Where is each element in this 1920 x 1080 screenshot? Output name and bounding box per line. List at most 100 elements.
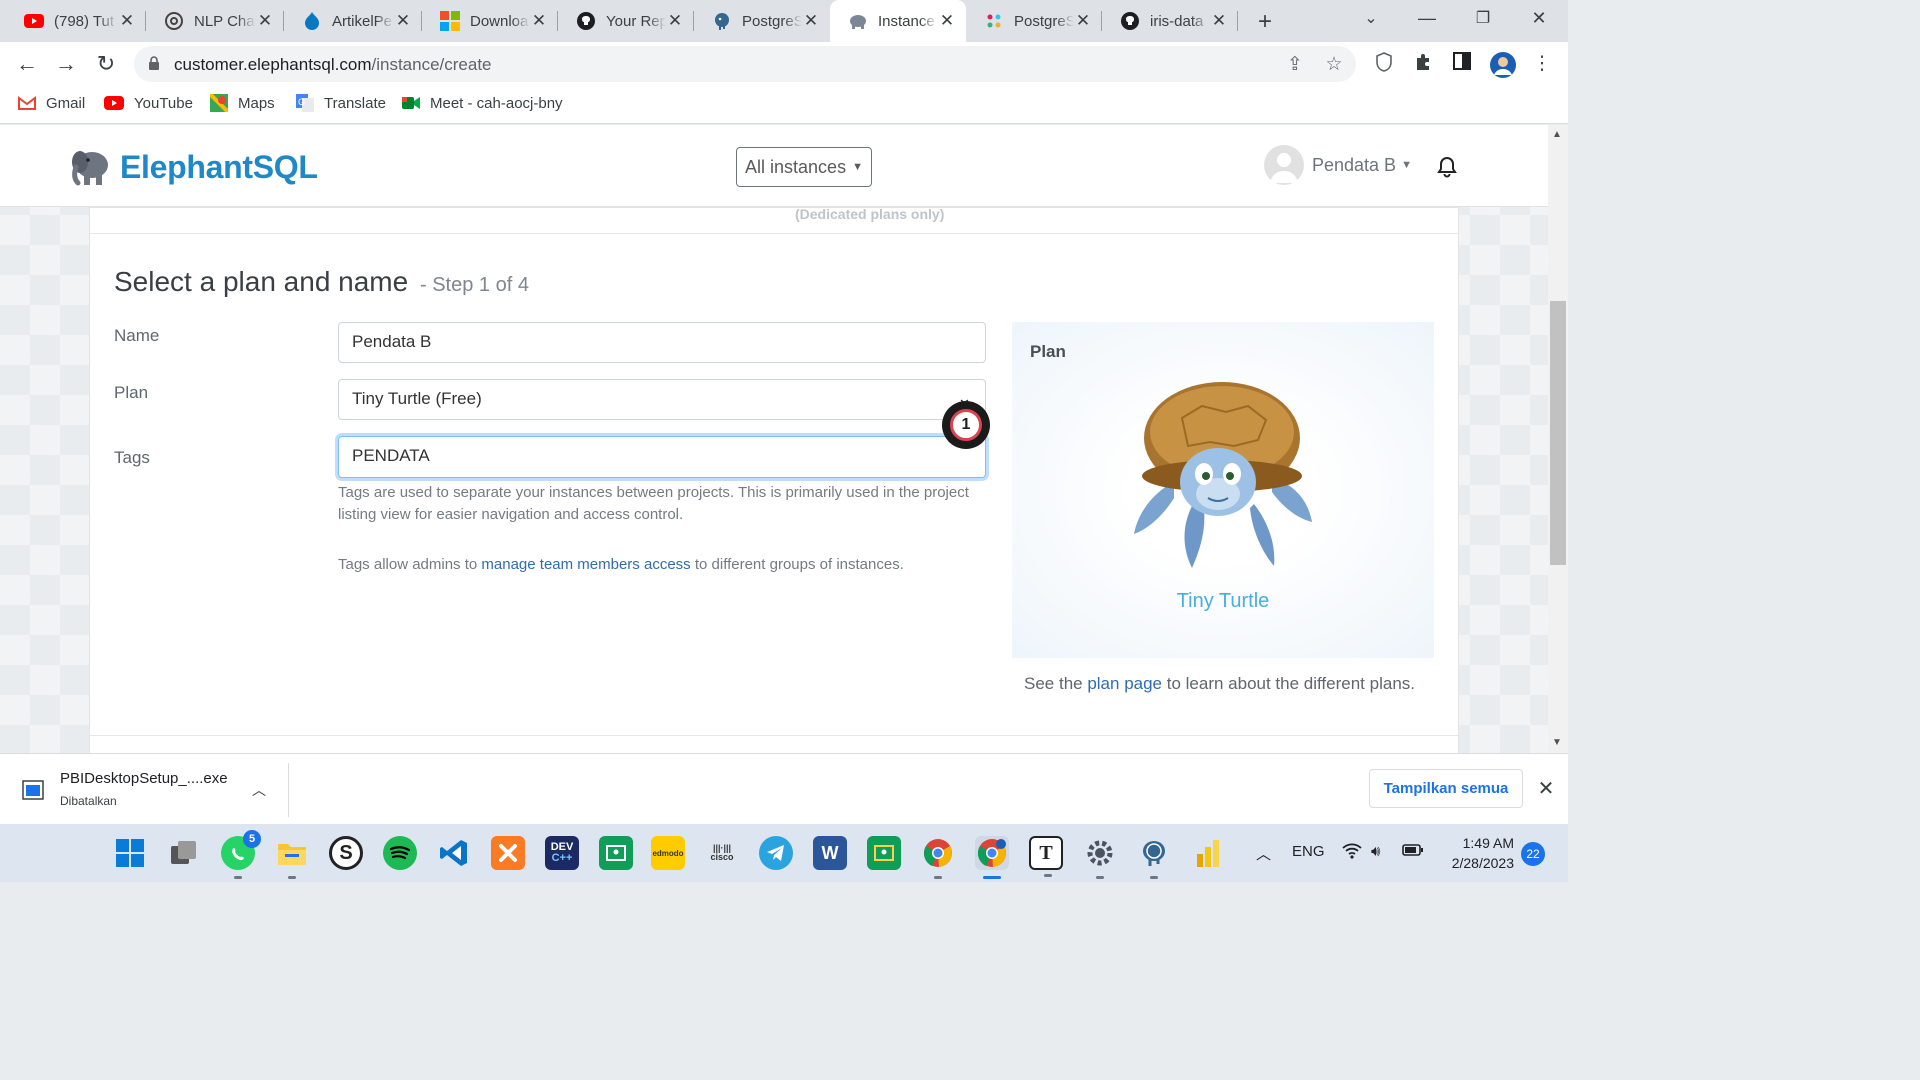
form-title: Select a plan and name [114, 266, 409, 297]
google-classroom-icon[interactable] [599, 836, 633, 870]
edmodo-icon[interactable]: edmodo [651, 836, 685, 870]
chrome-profile-icon[interactable] [975, 836, 1009, 879]
close-tab-icon[interactable]: ✕ [1074, 11, 1092, 31]
close-window-icon[interactable]: ✕ [1524, 8, 1554, 29]
name-label: Name [114, 326, 160, 345]
tab-search-icon[interactable]: ⌄ [1356, 8, 1386, 28]
close-tab-icon[interactable]: ✕ [1210, 11, 1228, 31]
close-tab-icon[interactable]: ✕ [118, 11, 136, 31]
scrollbar-thumb[interactable] [1550, 301, 1566, 565]
chrome-menu-icon[interactable]: ⋮ [1530, 52, 1554, 76]
bookmark-meet[interactable]: Meet - cah-aocj-bny [402, 94, 563, 112]
file-explorer-icon[interactable] [275, 836, 309, 879]
bookmark-youtube[interactable]: YouTube [104, 94, 193, 112]
volume-icon[interactable]: 🔊︎ [1371, 843, 1380, 860]
close-tab-icon[interactable]: ✕ [256, 11, 274, 31]
all-instances-dropdown[interactable]: All instances ▼ [736, 147, 872, 187]
app-navbar: ElephantSQL All instances ▼ Pendata B ▼ [0, 125, 1548, 207]
battery-icon[interactable] [1402, 843, 1424, 861]
pgadmin-icon[interactable] [1137, 836, 1171, 879]
language-indicator[interactable]: ENG [1292, 843, 1325, 860]
close-tab-icon[interactable]: ✕ [802, 11, 820, 31]
show-hidden-icons-chevron[interactable]: ︿ [1256, 843, 1271, 864]
classroom-icon[interactable] [867, 836, 901, 870]
bookmark-translate[interactable]: G Translate [296, 94, 386, 112]
tab-youtube[interactable]: (798) Tut ✕ [6, 0, 146, 42]
elephantsql-icon [848, 11, 868, 31]
whatsapp-badge: 5 [243, 830, 261, 848]
restore-icon[interactable]: ❐ [1468, 8, 1498, 28]
page-scrollbar[interactable]: ▲ ▼ [1548, 125, 1568, 753]
notification-bell-icon[interactable] [1436, 155, 1458, 179]
start-menu-icon[interactable] [113, 836, 147, 870]
tab-artikel[interactable]: ArtikelPe ✕ [284, 0, 422, 42]
plan-panel-title: Plan [1030, 342, 1066, 361]
scroll-up-icon[interactable]: ▲ [1552, 129, 1562, 140]
vscode-icon[interactable] [437, 836, 471, 870]
plan-note: See the plan page to learn about the dif… [1024, 674, 1415, 693]
page-title: Select a plan and name - Step 1 of 4 [114, 266, 529, 298]
typora-icon[interactable]: T [1029, 836, 1063, 877]
task-view-icon[interactable] [167, 836, 201, 870]
close-tab-icon[interactable]: ✕ [394, 11, 412, 31]
tab-iris-data[interactable]: iris-data ✕ [1102, 0, 1238, 42]
plan-label: Plan [114, 383, 149, 402]
bookmarks-bar: Gmail YouTube Maps G Translate Meet - ca… [0, 86, 1568, 124]
word-icon[interactable]: W [813, 836, 847, 870]
bookmark-star-icon[interactable]: ☆ [1323, 54, 1345, 76]
bookmark-gmail[interactable]: Gmail [18, 94, 85, 112]
skype-icon[interactable]: S [329, 836, 363, 870]
reload-icon[interactable]: ↻ [93, 51, 119, 77]
new-tab-icon[interactable]: + [1252, 8, 1278, 36]
installer-file-icon [22, 780, 44, 800]
chevron-up-icon[interactable]: ︿ [252, 780, 266, 800]
cisco-packet-tracer-icon[interactable]: |||·||| cisco [705, 836, 739, 870]
dev-cpp-icon[interactable]: DEV C++ [545, 836, 579, 870]
tab-nlp-chat[interactable]: NLP Chat ✕ [146, 0, 284, 42]
caret-down-icon: ▼ [1401, 159, 1412, 171]
address-bar[interactable]: customer.elephantsql.com/instance/create… [134, 46, 1356, 82]
tab-postgres-2[interactable]: PostgreS ✕ [966, 0, 1102, 42]
system-clock[interactable]: 1:49 AM 2/28/2023 [1430, 833, 1514, 873]
profile-avatar-icon[interactable] [1490, 52, 1516, 78]
close-tab-icon[interactable]: ✕ [938, 11, 956, 31]
tab-download[interactable]: Downloa ✕ [422, 0, 558, 42]
plan-page-link[interactable]: plan page [1087, 674, 1162, 693]
close-tab-icon[interactable]: ✕ [530, 11, 548, 31]
name-input[interactable]: Pendata B [338, 322, 986, 363]
power-bi-icon[interactable] [1191, 836, 1225, 870]
chrome-icon[interactable] [921, 836, 955, 879]
bookmark-maps[interactable]: Maps [210, 94, 275, 112]
side-panel-icon[interactable] [1450, 52, 1474, 76]
settings-gear-icon[interactable] [1083, 836, 1117, 879]
show-all-downloads-button[interactable]: Tampilkan semua [1369, 769, 1523, 808]
wifi-icon[interactable] [1342, 843, 1362, 863]
back-icon[interactable]: ← [14, 51, 40, 77]
divider [90, 735, 1458, 736]
manage-team-link[interactable]: manage team members access [481, 556, 690, 573]
whatsapp-icon[interactable]: 5 [221, 830, 261, 879]
close-download-bar-icon[interactable]: ✕ [1535, 776, 1557, 801]
close-tab-icon[interactable]: ✕ [666, 11, 684, 31]
download-item[interactable]: PBIDesktopSetup_....exe Dibatalkan ︿ [22, 768, 290, 816]
tab-instances[interactable]: Instance ✕ [830, 0, 966, 42]
brand-logo[interactable]: ElephantSQL [68, 145, 318, 189]
user-menu[interactable]: Pendata B ▼ [1264, 145, 1412, 185]
spotify-icon[interactable] [383, 836, 417, 870]
xampp-icon[interactable] [491, 836, 525, 870]
github-icon [576, 11, 596, 31]
notification-count-badge[interactable]: 22 [1521, 842, 1545, 866]
plan-select[interactable]: Tiny Turtle (Free) ⌄ [338, 379, 986, 420]
minimize-icon[interactable]: — [1412, 8, 1442, 29]
scroll-down-icon[interactable]: ▼ [1552, 737, 1562, 748]
bookmark-label: Translate [324, 94, 386, 112]
share-icon[interactable]: ⇪ [1284, 54, 1306, 76]
tags-input[interactable]: PENDATA [338, 436, 986, 478]
extension-shield-icon[interactable] [1372, 52, 1396, 76]
forward-icon[interactable]: → [53, 51, 79, 77]
github-icon [1120, 11, 1140, 31]
telegram-icon[interactable] [759, 836, 793, 870]
tab-postgres[interactable]: PostgreS ✕ [694, 0, 830, 42]
tab-your-repo[interactable]: Your Rep ✕ [558, 0, 694, 42]
extensions-icon[interactable] [1411, 52, 1435, 76]
